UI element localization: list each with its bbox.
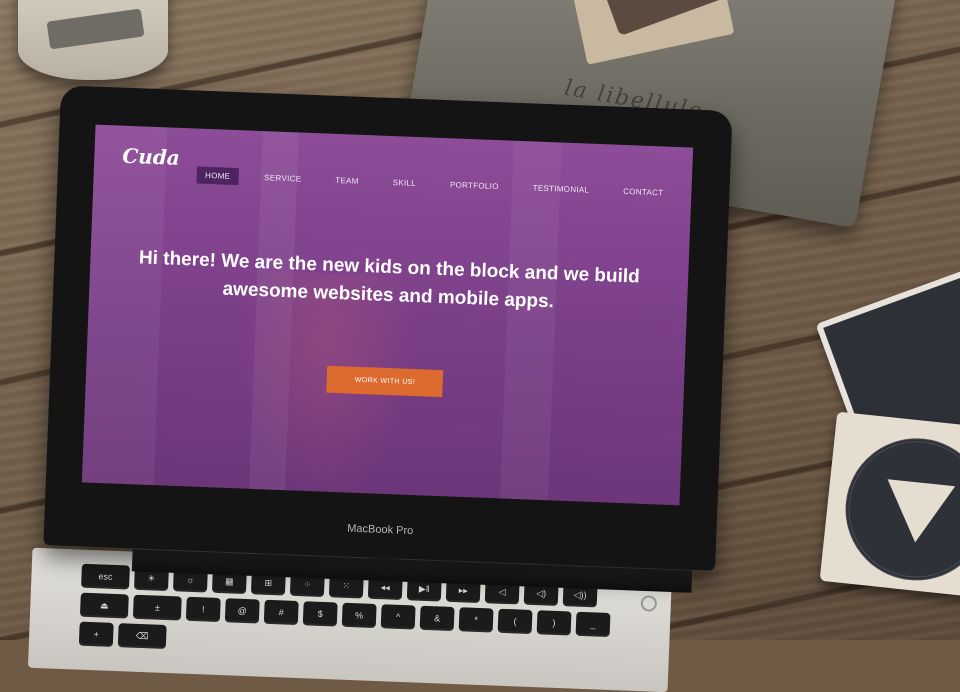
nav-item-home[interactable]: HOME (196, 166, 239, 186)
laptop-screen: Cuda HOME SERVICE TEAM SKILL PORTFOLIO T… (81, 124, 694, 506)
nav-item-portfolio[interactable]: PORTFOLIO (442, 176, 507, 195)
coaster-emblem (838, 431, 960, 588)
brand-logo[interactable]: Cuda (122, 144, 180, 170)
keyboard-key[interactable]: ⌫ (117, 623, 167, 649)
keyboard-key[interactable]: esc (81, 563, 130, 590)
keyboard-key[interactable]: ( (497, 608, 533, 634)
keyboard-key[interactable]: + (78, 621, 114, 647)
laptop-lid: Cuda HOME SERVICE TEAM SKILL PORTFOLIO T… (43, 85, 733, 571)
keyboard-key[interactable]: # (263, 599, 299, 625)
keyboard-key[interactable]: $ (302, 601, 338, 627)
nav-item-team[interactable]: TEAM (327, 172, 367, 191)
nav-item-contact[interactable]: CONTACT (615, 183, 672, 202)
keyboard-key[interactable]: ) (536, 610, 572, 636)
keyboard-key[interactable]: ⏏ (79, 592, 129, 619)
laptop-model-label: MacBook Pro (347, 522, 414, 538)
keyboard-key[interactable]: * (458, 607, 494, 633)
keyboard-key[interactable]: ± (132, 594, 182, 621)
coaster-light (819, 411, 960, 599)
tin-jar (18, 0, 168, 80)
work-with-us-button[interactable]: WORK WITH US! (326, 365, 444, 398)
keyboard-key[interactable]: ! (185, 596, 221, 623)
keyboard-key[interactable]: ^ (380, 604, 416, 630)
nav-item-testimonial[interactable]: TESTIMONIAL (524, 179, 597, 199)
nav-item-skill[interactable]: SKILL (384, 174, 424, 192)
power-icon[interactable] (640, 595, 658, 612)
keyboard-key[interactable]: & (419, 605, 455, 631)
nav-item-service[interactable]: SERVICE (256, 169, 310, 188)
main-nav: HOME SERVICE TEAM SKILL PORTFOLIO TESTIM… (196, 166, 672, 202)
hero-headline: Hi there! We are the new kids on the blo… (89, 243, 689, 322)
keyboard-key[interactable]: % (341, 602, 377, 628)
triangle-emblem-icon (881, 479, 956, 546)
keyboard-key[interactable]: @ (224, 598, 260, 624)
keyboard-key[interactable]: _ (575, 611, 611, 637)
jar-label (46, 8, 145, 50)
